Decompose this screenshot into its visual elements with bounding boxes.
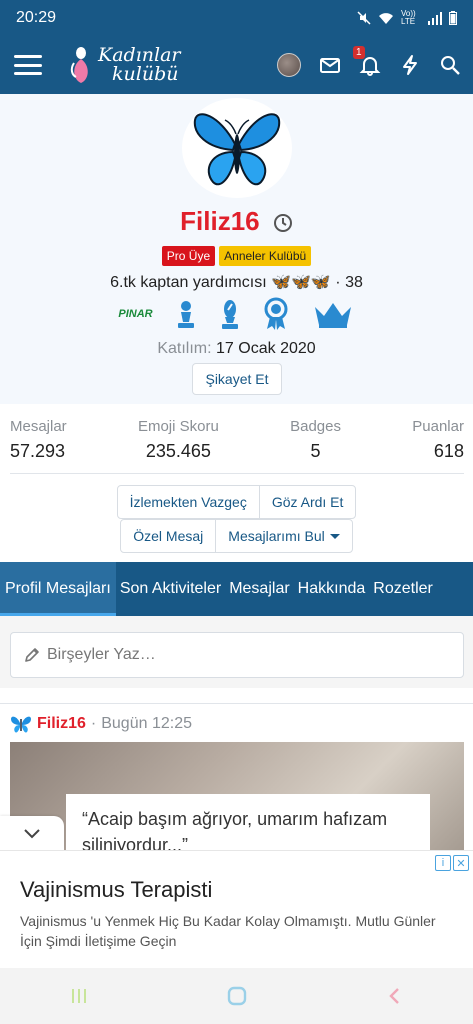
history-icon[interactable] bbox=[273, 213, 293, 233]
tab-about[interactable]: Hakkında bbox=[294, 562, 370, 616]
status-icons: Vo)) LTE bbox=[357, 10, 457, 26]
ad-title[interactable]: Vajinismus Terapisti bbox=[20, 877, 212, 903]
report-button[interactable]: Şikayet Et bbox=[192, 363, 282, 395]
user-banners: Pro Üye Anneler Kulübü bbox=[0, 246, 473, 266]
unwatch-button[interactable]: İzlemekten Vazgeç bbox=[118, 486, 259, 518]
logo-figure-icon bbox=[70, 47, 88, 83]
tab-profile-posts[interactable]: Profil Mesajları bbox=[0, 562, 116, 616]
action-row-2: Özel Mesaj Mesajlarımı Bul bbox=[0, 519, 473, 553]
site-logo[interactable]: Kadınlar kulübü bbox=[68, 45, 181, 85]
profile-username: Filiz16 bbox=[180, 206, 260, 236]
battery-icon bbox=[449, 11, 457, 25]
stat-value: 235.465 bbox=[145, 441, 211, 461]
ribbon-icon[interactable] bbox=[263, 297, 289, 331]
search-icon[interactable] bbox=[439, 54, 461, 76]
pencil-icon bbox=[25, 648, 39, 662]
recents-icon[interactable] bbox=[69, 987, 89, 1005]
post-quote: “Acaip başım ağrıyor, umarım hafızam sil… bbox=[66, 794, 430, 854]
stat-value: 5 bbox=[310, 441, 321, 461]
collapse-ad-button[interactable] bbox=[0, 816, 64, 850]
composer-area bbox=[0, 616, 473, 688]
ad-description: Vajinismus 'u Yenmek Hiç Bu Kadar Kolay … bbox=[20, 913, 436, 949]
status-bar: 20:29 Vo)) LTE bbox=[0, 0, 473, 36]
mute-icon bbox=[357, 11, 371, 25]
alerts-count-badge: 1 bbox=[353, 46, 365, 59]
banner-pro-member: Pro Üye bbox=[161, 246, 216, 266]
butterfly-icon bbox=[193, 113, 281, 186]
award-icons: PINAR bbox=[0, 297, 473, 331]
stat-messages[interactable]: Mesajlar 57.293 bbox=[10, 418, 67, 473]
bolt-icon[interactable] bbox=[399, 54, 421, 76]
stat-label: Mesajlar bbox=[10, 418, 67, 435]
stat-value: 57.293 bbox=[10, 441, 66, 461]
joined-info: Katılım: 17 Ocak 2020 bbox=[0, 340, 473, 358]
profile-avatar[interactable] bbox=[182, 98, 292, 198]
post-time[interactable]: Bugün 12:25 bbox=[101, 715, 192, 733]
ignore-button[interactable]: Göz Ardı Et bbox=[258, 486, 356, 518]
action-row-1: İzlemekten Vazgeç Göz Ardı Et bbox=[0, 485, 473, 519]
stat-label: Emoji Skoru bbox=[137, 418, 219, 435]
profile-header: Filiz16 Pro Üye Anneler Kulübü 6.tk kapt… bbox=[0, 94, 473, 404]
banner-moms-club: Anneler Kulübü bbox=[219, 246, 312, 266]
find-posts-button[interactable]: Mesajlarımı Bul bbox=[215, 520, 351, 552]
stat-value: 618 bbox=[433, 441, 464, 461]
logo-text-line2: kulübü bbox=[112, 63, 179, 85]
stat-label: Badges bbox=[290, 418, 341, 435]
chevron-down-icon bbox=[24, 829, 40, 839]
composer-input[interactable] bbox=[47, 646, 427, 664]
tab-badges[interactable]: Rozetler bbox=[369, 562, 437, 616]
ad-choices[interactable]: i ✕ bbox=[435, 855, 469, 871]
chevron-down-icon bbox=[329, 533, 340, 539]
stat-points[interactable]: Puanlar 618 bbox=[412, 418, 464, 473]
post-header: Filiz16 · Bugün 12:25 bbox=[10, 714, 192, 734]
menu-icon[interactable] bbox=[14, 55, 42, 75]
tab-postings[interactable]: Mesajlar bbox=[225, 562, 293, 616]
profile-stats: Mesajlar 57.293 Emoji Skoru 235.465 Badg… bbox=[10, 418, 464, 474]
pinar-icon[interactable]: PINAR bbox=[118, 308, 152, 320]
account-avatar[interactable] bbox=[277, 53, 301, 77]
app-header: Kadınlar kulübü 1 bbox=[0, 36, 473, 94]
profile-post: Filiz16 · Bugün 12:25 “Acaip başım ağrıy… bbox=[0, 703, 473, 854]
bishop-icon[interactable] bbox=[219, 298, 241, 330]
user-title: 6.tk kaptan yardımcısı 🦋🦋🦋 · 38 bbox=[110, 274, 363, 291]
private-message-button[interactable]: Özel Mesaj bbox=[121, 520, 215, 552]
volte-icon: Vo)) LTE bbox=[401, 9, 416, 26]
stat-badges[interactable]: Badges 5 bbox=[290, 418, 341, 473]
status-time: 20:29 bbox=[16, 9, 57, 26]
alerts-button[interactable]: 1 bbox=[353, 46, 381, 76]
system-nav-bar bbox=[0, 968, 473, 1024]
wifi-icon bbox=[379, 12, 393, 24]
close-icon[interactable]: ✕ bbox=[453, 855, 469, 871]
inbox-icon[interactable] bbox=[319, 54, 341, 76]
stat-emoji-score[interactable]: Emoji Skoru 235.465 bbox=[138, 418, 219, 473]
joined-label: Katılım: bbox=[157, 340, 212, 357]
ad-banner[interactable]: i ✕ Vajinismus Terapisti Vajinismus 'u Y… bbox=[0, 850, 473, 968]
post-author[interactable]: Filiz16 bbox=[37, 715, 86, 733]
info-icon[interactable]: i bbox=[435, 855, 451, 871]
find-posts-label: Mesajlarımı Bul bbox=[228, 528, 325, 544]
signal-icon bbox=[428, 11, 442, 25]
post-separator: · bbox=[90, 715, 97, 732]
back-icon[interactable] bbox=[385, 986, 405, 1006]
post-image[interactable]: “Acaip başım ağrıyor, umarım hafızam sil… bbox=[10, 742, 464, 854]
profile-username-row: Filiz16 bbox=[0, 206, 473, 237]
joined-date: 17 Ocak 2020 bbox=[216, 340, 316, 357]
crown-icon[interactable] bbox=[311, 299, 355, 329]
post-quote-line1: “Acaip başım ağrıyor, umarım hafızam bbox=[82, 809, 388, 829]
stat-label: Puanlar bbox=[412, 418, 464, 435]
butterfly-icon bbox=[11, 716, 31, 733]
tab-latest-activity[interactable]: Son Aktiviteler bbox=[116, 562, 225, 616]
profile-tabs: Profil Mesajları Son Aktiviteler Mesajla… bbox=[0, 562, 473, 616]
home-icon[interactable] bbox=[226, 985, 248, 1007]
pawn-icon[interactable] bbox=[175, 299, 197, 329]
composer-box[interactable] bbox=[10, 632, 464, 678]
